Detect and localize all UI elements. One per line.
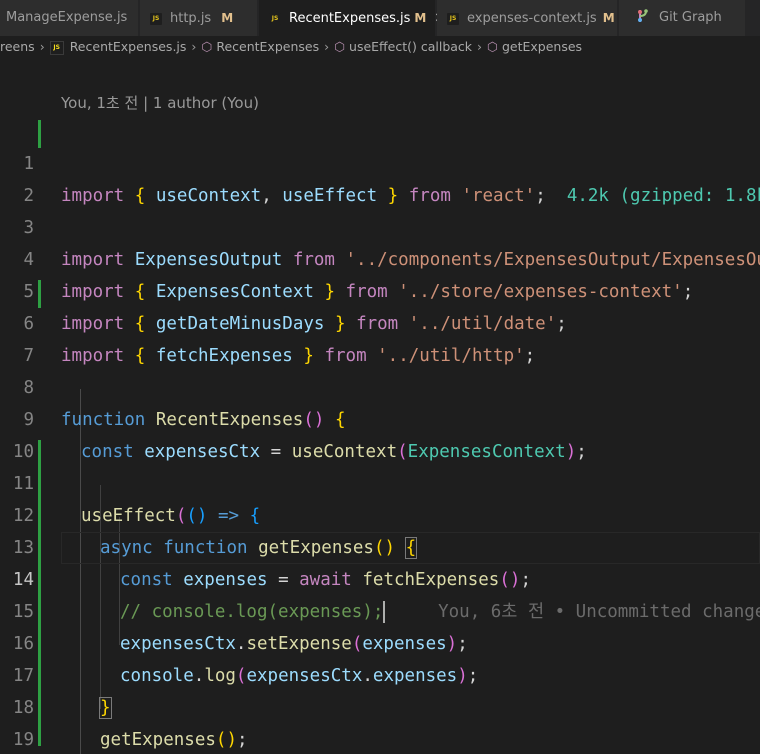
code-line: 16 console.log(expensesCtx.expenses);: [0, 596, 760, 686]
tab-recent-expenses[interactable]: JSRecentExpenses.jsM✕: [259, 0, 445, 36]
tab-label: Git Graph: [659, 10, 722, 25]
symbol-method-icon: ⬡: [487, 39, 498, 54]
tab-manage-expense[interactable]: ManageExpense.js: [0, 0, 139, 36]
tab-http[interactable]: JS http.js M: [140, 0, 258, 36]
codelens-blame[interactable]: You, 1초 전 | 1 author (You): [61, 92, 259, 113]
code-line: 1 import { useContext, useEffect } from …: [0, 116, 760, 206]
code-line: 20: [0, 724, 760, 754]
code-line: 9 const expensesCtx = useContext(Expense…: [0, 372, 760, 462]
code-line: 5 import { getDateMinusDays } from '../u…: [0, 244, 760, 334]
tab-label: RecentExpenses.js: [289, 11, 411, 26]
code-line: 2: [0, 148, 760, 206]
symbol-method-icon: ⬡: [334, 39, 346, 54]
chevron-right-icon: ›: [39, 39, 45, 54]
code-line: 10: [0, 404, 760, 462]
code-line-current: 14 // console.log(expenses); You, 6초 전 •…: [0, 532, 760, 623]
code-line: 18 getExpenses();: [0, 660, 760, 750]
js-file-icon: JS: [49, 40, 64, 55]
js-file-icon: JS: [269, 12, 281, 25]
git-graph-icon: [637, 0, 651, 36]
symbol-method-icon: ⬡: [201, 39, 213, 54]
breadcrumb-item[interactable]: useEffect() callback: [349, 39, 472, 54]
code-line: 12 async function getExpenses() {: [0, 468, 760, 559]
js-file-icon: JS: [447, 12, 459, 25]
modified-badge: M: [221, 11, 234, 25]
tab-git-graph[interactable]: Git Graph: [619, 0, 746, 36]
tab-label: http.js: [170, 11, 212, 26]
code-line: 3 import ExpensesOutput from '../compone…: [0, 180, 760, 270]
code-line: 8 function RecentExpenses() {: [0, 340, 760, 430]
tab-label: expenses-context.js: [467, 11, 597, 26]
code-line: 15 expensesCtx.setExpense(expenses);: [0, 564, 760, 654]
code-line: 6 import { fetchExpenses } from '../util…: [0, 276, 760, 366]
tab-expenses-context[interactable]: JS expenses-context.js M: [437, 0, 618, 36]
code-line: 11 useEffect(() => {: [0, 436, 760, 526]
tab-label: ManageExpense.js: [6, 10, 128, 25]
tab-bar: ManageExpense.js JS http.js M JS RecentExpe…: [0, 0, 760, 36]
breadcrumb-item[interactable]: RecentExpenses: [216, 39, 319, 54]
code-editor[interactable]: You, 1초 전 | 1 author (You) 1 import { us…: [0, 58, 760, 754]
breadcrumb-item[interactable]: getExpenses: [502, 39, 582, 54]
chevron-right-icon: ›: [324, 39, 330, 54]
modified-badge: M: [602, 11, 615, 25]
breadcrumb: reens › JS RecentExpenses.js › ⬡ RecentExpense…: [0, 36, 760, 58]
breadcrumb-item[interactable]: reens: [0, 39, 35, 54]
breadcrumb-item[interactable]: RecentExpenses.js: [70, 39, 187, 54]
code-line: 19 }, []);: [0, 692, 760, 750]
code-line: 4 import { ExpensesContext } from '../st…: [0, 212, 760, 302]
modified-badge: M: [414, 11, 427, 25]
code-line: 13 const expenses = await fetchExpenses(…: [0, 500, 760, 590]
code-line: 17 }: [0, 628, 760, 719]
js-file-icon: JS: [150, 12, 162, 25]
chevron-right-icon: ›: [191, 39, 197, 54]
code-line: 7: [0, 308, 760, 366]
chevron-right-icon: ›: [477, 39, 483, 54]
